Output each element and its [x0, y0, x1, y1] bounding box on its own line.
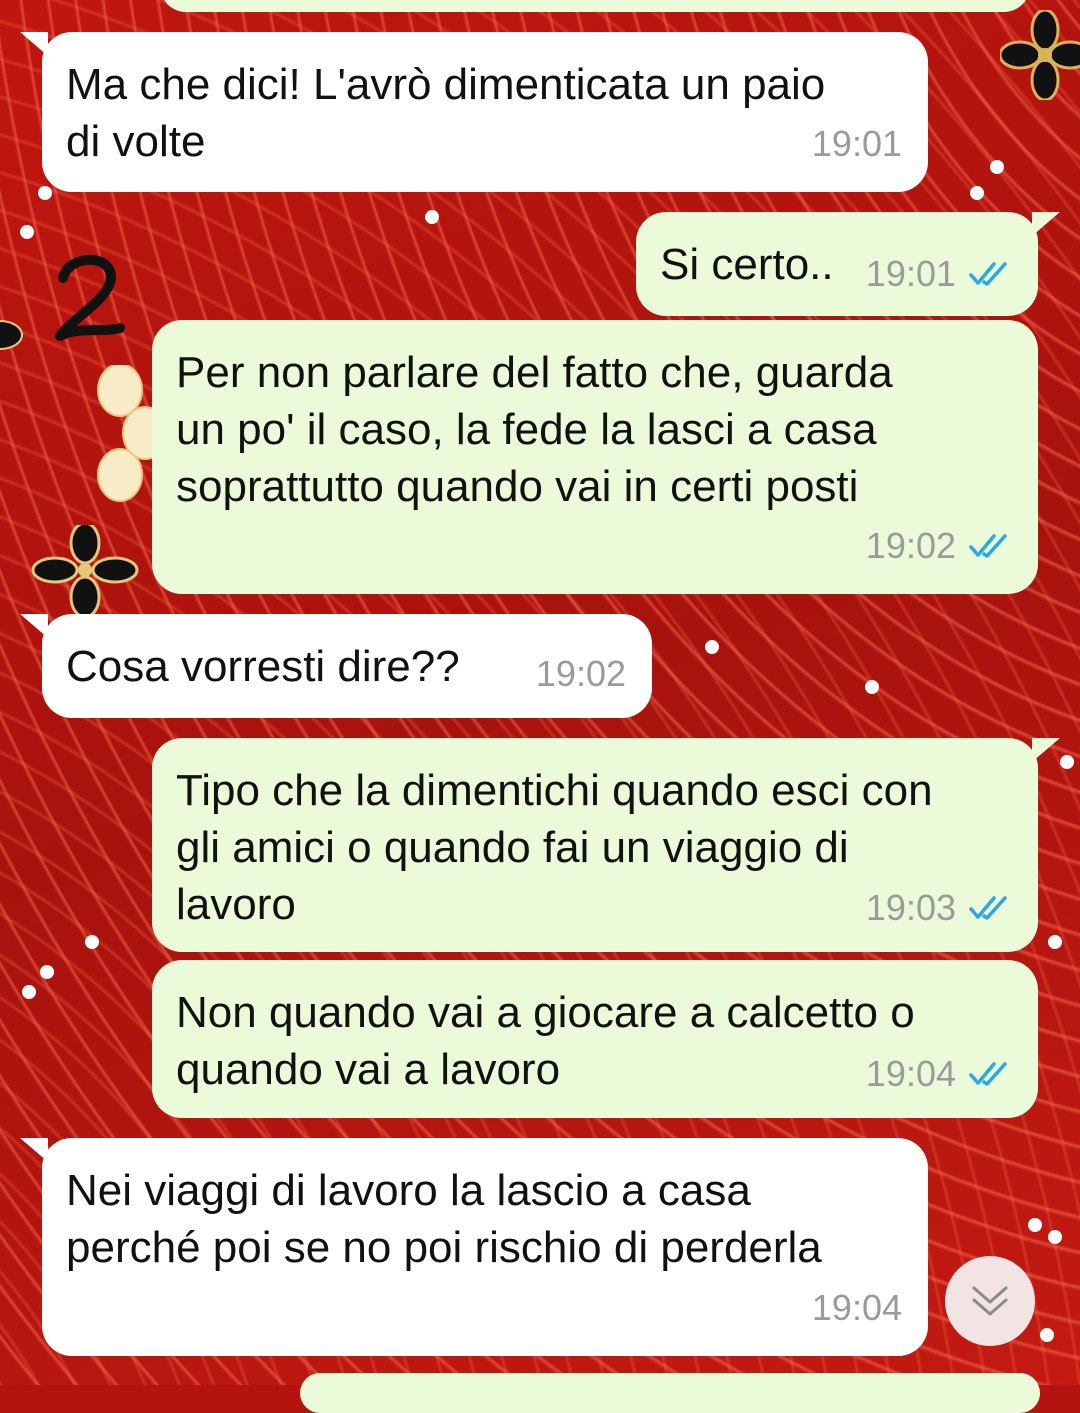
message-text: Tipo che la dimentichi quando esci con g… — [176, 766, 933, 929]
message-text: Cosa vorresti dire?? — [66, 642, 460, 691]
message-meta: 19:04 — [812, 1279, 902, 1336]
message-meta: 19:03 — [866, 879, 1012, 936]
message-meta: 19:01 — [866, 245, 1012, 302]
message-meta: 19:02 — [536, 645, 626, 702]
message-time: 19:04 — [811, 1287, 902, 1328]
message-outgoing[interactable]: Tipo che la dimentichi quando esci con g… — [152, 738, 1060, 952]
message-incoming[interactable]: Cosa vorresti dire?? 19:02 — [20, 614, 652, 718]
bubble-tail — [20, 1138, 48, 1162]
message-text: Si certo.. — [660, 240, 834, 289]
message-time: 19:01 — [865, 253, 956, 294]
double-check-read-icon — [969, 1061, 1007, 1086]
message-outgoing[interactable]: Per non parlare del fatto che, guarda un… — [152, 320, 1038, 594]
bubble-tail — [1032, 738, 1060, 762]
message-outgoing[interactable]: Si certo.. 19:01 — [636, 212, 1060, 316]
partial-message-top — [160, 0, 1030, 12]
message-incoming[interactable]: Ma che dici! L'avrò dimenticata un paio … — [20, 32, 928, 192]
scroll-to-bottom-button[interactable] — [945, 1256, 1035, 1346]
flower-icon — [0, 320, 23, 350]
double-check-read-icon — [969, 895, 1007, 920]
partial-message-bottom — [300, 1373, 1040, 1413]
message-time: 19:02 — [535, 653, 626, 694]
message-meta: 19:02 — [866, 517, 1012, 574]
double-check-read-icon — [969, 533, 1007, 558]
message-time: 19:02 — [865, 525, 956, 566]
message-time: 19:03 — [865, 887, 956, 928]
message-text: Nei viaggi di lavoro la lascio a casa pe… — [66, 1166, 822, 1272]
bubble-tail — [1032, 212, 1060, 236]
message-text: Non quando vai a giocare a calcetto o qu… — [176, 988, 915, 1094]
message-meta: 19:01 — [812, 115, 902, 172]
message-text: Ma che dici! L'avrò dimenticata un paio … — [66, 60, 826, 166]
double-check-read-icon — [969, 261, 1007, 286]
bubble-tail — [20, 614, 48, 638]
double-chevron-down-icon — [972, 1286, 1008, 1316]
message-time: 19:04 — [865, 1053, 956, 1094]
flower-icon — [1000, 10, 1080, 100]
flower-icon — [31, 525, 139, 615]
message-text: Per non parlare del fatto che, guarda un… — [176, 348, 893, 511]
message-outgoing[interactable]: Non quando vai a giocare a calcetto o qu… — [152, 960, 1038, 1118]
message-incoming[interactable]: Nei viaggi di lavoro la lascio a casa pe… — [20, 1138, 928, 1356]
message-time: 19:01 — [811, 123, 902, 164]
message-meta: 19:04 — [866, 1045, 1012, 1102]
bubble-tail — [20, 32, 48, 56]
